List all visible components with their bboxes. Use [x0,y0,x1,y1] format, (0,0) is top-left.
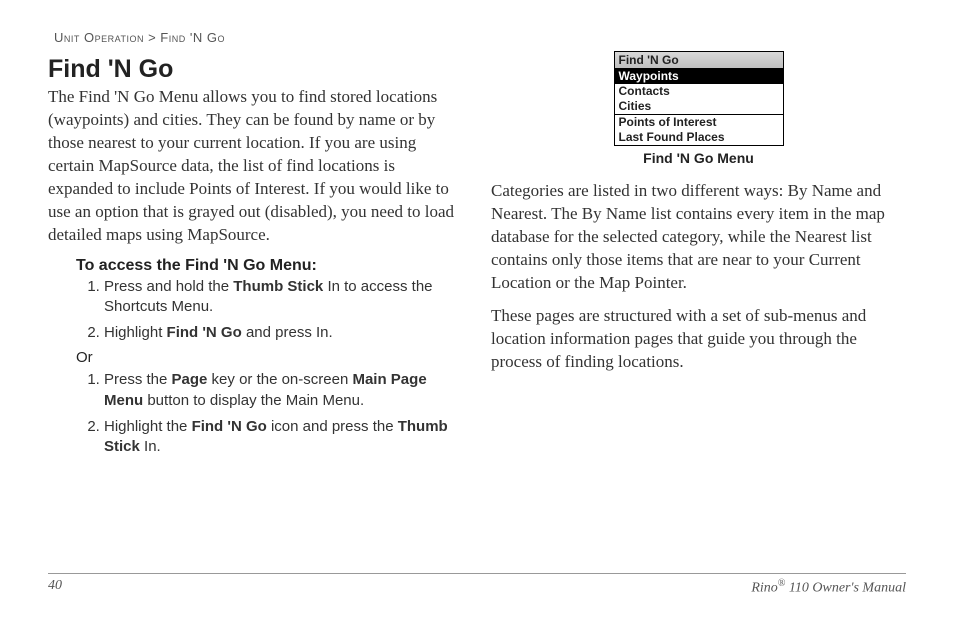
step-b1: Press the Page key or the on-screen Main… [104,370,463,411]
paragraph-categories: Categories are listed in two different w… [491,180,906,295]
device-menu-item-cities: Cities [615,99,783,114]
breadcrumb: Unit Operation > Find 'N Go [54,30,906,45]
instructions-heading: To access the Find 'N Go Menu: [76,257,463,275]
step-b2: Highlight the Find 'N Go icon and press … [104,417,463,458]
steps-list-a: Press and hold the Thumb Stick In to acc… [76,277,463,344]
breadcrumb-section: Unit Operation [54,30,144,45]
paragraph-structure: These pages are structured with a set of… [491,305,906,374]
breadcrumb-page: Find 'N Go [160,30,225,45]
right-column: Find 'N Go Waypoints Contacts Cities Poi… [491,51,906,384]
step-a1: Press and hold the Thumb Stick In to acc… [104,277,463,318]
device-menu-title: Find 'N Go [615,52,783,69]
breadcrumb-sep: > [148,30,156,45]
figure: Find 'N Go Waypoints Contacts Cities Poi… [491,51,906,166]
page-footer: 40 Rino® 110 Owner's Manual [48,573,906,597]
step-a2: Highlight Find 'N Go and press In. [104,323,463,343]
steps-list-b: Press the Page key or the on-screen Main… [76,370,463,457]
instructions-block: To access the Find 'N Go Menu: Press and… [76,257,463,458]
page-number: 40 [48,578,62,597]
device-menu-item-contacts: Contacts [615,84,783,99]
page-title: Find 'N Go [48,55,463,84]
device-menu-item-lastfound: Last Found Places [615,130,783,145]
device-menu: Find 'N Go Waypoints Contacts Cities Poi… [614,51,784,146]
device-menu-group-2: Points of Interest Last Found Places [615,115,783,145]
figure-caption: Find 'N Go Menu [491,150,906,166]
left-column: Find 'N Go The Find 'N Go Menu allows yo… [48,51,463,463]
or-divider: Or [76,349,463,366]
device-menu-item-waypoints: Waypoints [615,69,783,84]
device-menu-item-poi: Points of Interest [615,115,783,130]
device-menu-group-1: Waypoints Contacts Cities [615,69,783,115]
manual-title: Rino® 110 Owner's Manual [751,578,906,597]
intro-paragraph: The Find 'N Go Menu allows you to find s… [48,86,463,247]
